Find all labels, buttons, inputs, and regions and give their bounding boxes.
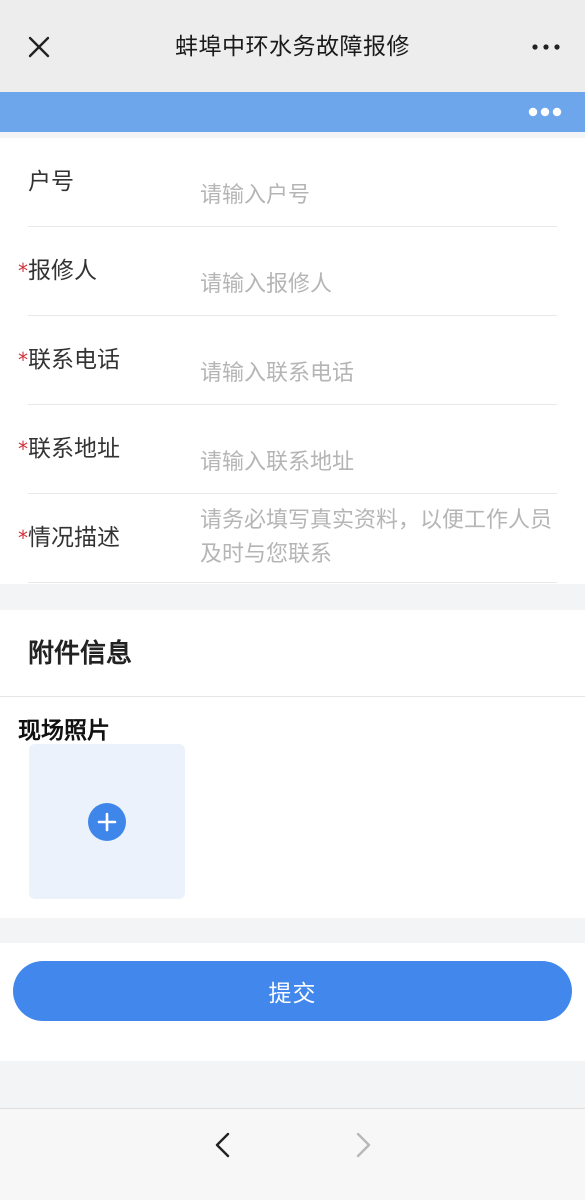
more-dots-icon[interactable] bbox=[525, 102, 565, 122]
header-banner bbox=[0, 92, 585, 132]
attachment-section: 附件信息 现场照片 bbox=[0, 610, 585, 918]
description-row: * 情况描述 bbox=[18, 494, 557, 583]
required-mark: * bbox=[18, 348, 28, 372]
required-mark: * bbox=[18, 437, 28, 461]
divider bbox=[0, 696, 585, 697]
required-mark: * bbox=[18, 259, 28, 283]
phone-row: * 联系电话 bbox=[18, 316, 557, 405]
required-mark: * bbox=[18, 526, 28, 550]
reporter-input[interactable] bbox=[200, 227, 557, 315]
reporter-row: * 报修人 bbox=[18, 227, 557, 316]
account-number-row: 户号 bbox=[28, 138, 557, 227]
page: 蚌埠中环水务故障报修 户号 * 报修人 bbox=[0, 0, 585, 1200]
phone-label: 联系电话 bbox=[28, 347, 120, 373]
chevron-right-icon bbox=[346, 1129, 378, 1161]
description-textarea[interactable] bbox=[200, 504, 557, 574]
page-title: 蚌埠中环水务故障报修 bbox=[175, 34, 410, 60]
chevron-left-icon[interactable] bbox=[208, 1129, 240, 1161]
more-horizontal-icon[interactable] bbox=[529, 34, 563, 60]
photo-upload-button[interactable] bbox=[29, 744, 185, 899]
phone-input[interactable] bbox=[200, 316, 557, 404]
reporter-label: 报修人 bbox=[28, 258, 97, 284]
account-number-input[interactable] bbox=[200, 138, 557, 226]
bottom-nav-bar bbox=[0, 1108, 585, 1200]
submit-button[interactable]: 提交 bbox=[13, 961, 572, 1021]
address-input[interactable] bbox=[200, 405, 557, 493]
address-row: * 联系地址 bbox=[18, 405, 557, 494]
submit-section: 提交 bbox=[0, 943, 585, 1061]
account-number-label: 户号 bbox=[28, 169, 74, 195]
attachment-title: 附件信息 bbox=[28, 639, 133, 669]
plus-icon bbox=[88, 803, 126, 841]
description-label: 情况描述 bbox=[28, 525, 120, 551]
navbar: 蚌埠中环水务故障报修 bbox=[0, 0, 585, 92]
address-label: 联系地址 bbox=[28, 436, 120, 462]
repair-form: 户号 * 报修人 * 联系电话 * 联系地址 * 情况描述 bbox=[0, 138, 585, 584]
